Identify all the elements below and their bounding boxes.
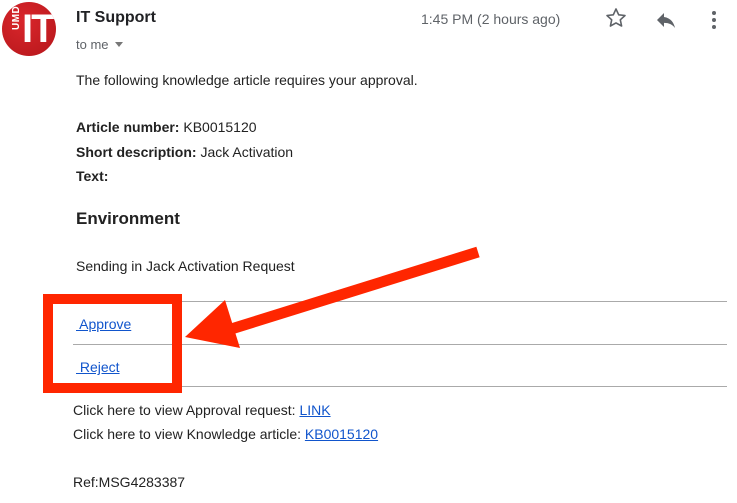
annotation-arrow [185, 246, 480, 348]
arrow-head-icon [185, 300, 240, 348]
arrow-shaft [226, 246, 480, 336]
